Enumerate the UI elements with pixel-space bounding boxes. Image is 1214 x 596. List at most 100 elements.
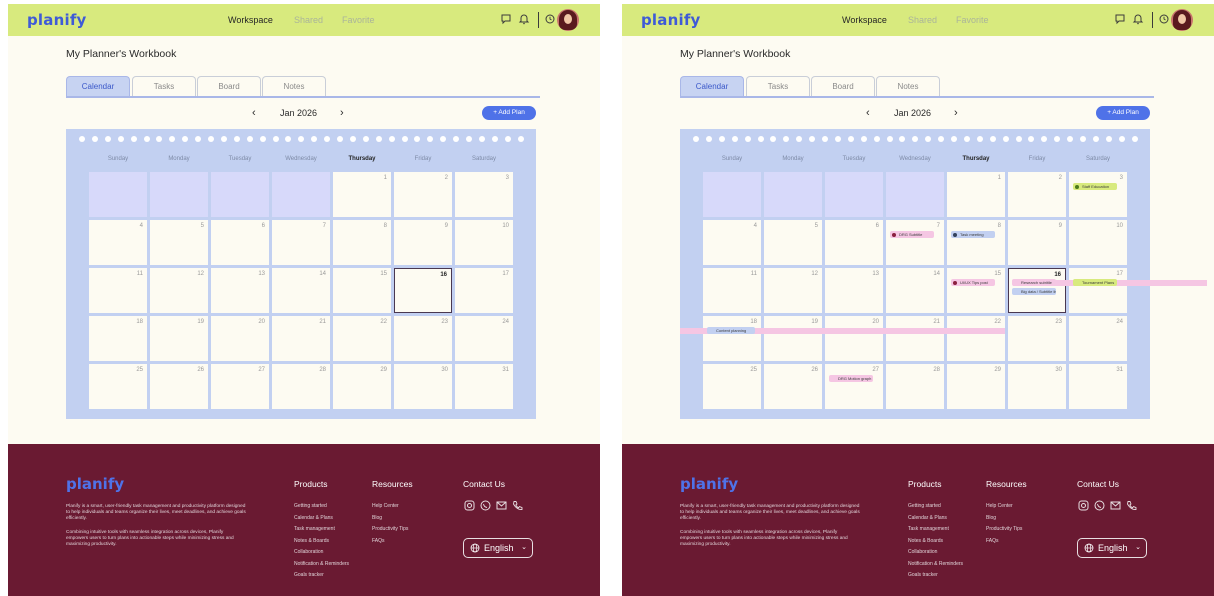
chat-icon[interactable]: [500, 13, 512, 25]
calendar-day-cell[interactable]: 19: [150, 316, 208, 361]
mail-icon[interactable]: [1109, 499, 1122, 512]
footer-link[interactable]: Collaboration: [294, 549, 323, 555]
calendar-day-cell[interactable]: 14: [272, 268, 330, 313]
event-chip[interactable]: DRG Motion graph: [829, 375, 873, 382]
calendar-day-cell[interactable]: 27: [211, 364, 269, 409]
footer-link[interactable]: Blog: [372, 515, 382, 521]
calendar-day-cell[interactable]: 4: [703, 220, 761, 265]
calendar-day-cell[interactable]: 12: [150, 268, 208, 313]
language-select[interactable]: English ⌄: [463, 538, 533, 558]
mail-icon[interactable]: [495, 499, 508, 512]
event-chip[interactable]: Staff Education: [1073, 183, 1117, 190]
calendar-day-cell[interactable]: 26: [764, 364, 822, 409]
whatsapp-icon[interactable]: [1093, 499, 1106, 512]
footer-link[interactable]: Task management: [294, 526, 335, 532]
calendar-day-cell[interactable]: 24: [455, 316, 513, 361]
calendar-day-cell[interactable]: 16: [394, 268, 452, 313]
nav-workspace[interactable]: Workspace: [842, 15, 887, 25]
event-chip[interactable]: Task meeting: [951, 231, 995, 238]
footer-link[interactable]: Task management: [908, 526, 949, 532]
calendar-empty-cell[interactable]: [272, 172, 330, 217]
footer-link[interactable]: Goals tracker: [294, 572, 324, 578]
calendar-day-cell[interactable]: 31: [455, 364, 513, 409]
calendar-day-cell[interactable]: 19: [764, 316, 822, 361]
footer-link[interactable]: Getting started: [908, 503, 941, 509]
footer-link[interactable]: FAQs: [986, 538, 999, 544]
footer-link[interactable]: FAQs: [372, 538, 385, 544]
calendar-day-cell[interactable]: 6: [211, 220, 269, 265]
next-month-button[interactable]: ›: [340, 107, 344, 119]
tab-notes[interactable]: Notes: [876, 76, 940, 96]
logo[interactable]: planify: [641, 11, 701, 29]
calendar-day-cell[interactable]: 10: [1069, 220, 1127, 265]
tab-board[interactable]: Board: [197, 76, 261, 96]
whatsapp-icon[interactable]: [479, 499, 492, 512]
phone-icon[interactable]: [1125, 499, 1138, 512]
calendar-day-cell[interactable]: 8: [947, 220, 1005, 265]
avatar[interactable]: [557, 9, 579, 31]
bell-icon[interactable]: [1132, 13, 1144, 25]
calendar-day-cell[interactable]: 3: [455, 172, 513, 217]
footer-link[interactable]: Blog: [986, 515, 996, 521]
calendar-day-cell[interactable]: 18: [89, 316, 147, 361]
footer-link[interactable]: Productivity Tips: [372, 526, 408, 532]
calendar-day-cell[interactable]: 26: [150, 364, 208, 409]
footer-link[interactable]: Collaboration: [908, 549, 937, 555]
calendar-day-cell[interactable]: 10: [455, 220, 513, 265]
footer-link[interactable]: Calendar & Plans: [294, 515, 333, 521]
tab-calendar[interactable]: Calendar: [680, 76, 744, 96]
nav-shared[interactable]: Shared: [908, 15, 937, 25]
footer-link[interactable]: Notification & Reminders: [908, 561, 963, 567]
footer-link[interactable]: Notes & Boards: [294, 538, 329, 544]
calendar-day-cell[interactable]: 13: [211, 268, 269, 313]
calendar-day-cell[interactable]: 22: [333, 316, 391, 361]
logo[interactable]: planify: [27, 11, 87, 29]
calendar-empty-cell[interactable]: [764, 172, 822, 217]
calendar-day-cell[interactable]: 17: [1069, 268, 1127, 313]
event-chip[interactable]: Research subtitle: [1012, 279, 1056, 286]
calendar-day-cell[interactable]: 3: [1069, 172, 1127, 217]
calendar-day-cell[interactable]: 17: [455, 268, 513, 313]
instagram-icon[interactable]: [1077, 499, 1090, 512]
calendar-day-cell[interactable]: 24: [1069, 316, 1127, 361]
instagram-icon[interactable]: [463, 499, 476, 512]
event-chip[interactable]: DRG Subtitle: [890, 231, 934, 238]
calendar-day-cell[interactable]: 21: [886, 316, 944, 361]
calendar-empty-cell[interactable]: [211, 172, 269, 217]
footer-logo[interactable]: planify: [680, 475, 738, 493]
event-chip[interactable]: UI/UX Tips post: [951, 279, 995, 286]
nav-shared[interactable]: Shared: [294, 15, 323, 25]
prev-month-button[interactable]: ‹: [252, 107, 256, 119]
next-month-button[interactable]: ›: [954, 107, 958, 119]
tab-tasks[interactable]: Tasks: [132, 76, 196, 96]
footer-link[interactable]: Notes & Boards: [908, 538, 943, 544]
calendar-day-cell[interactable]: 31: [1069, 364, 1127, 409]
add-plan-button[interactable]: + Add Plan: [482, 106, 536, 120]
calendar-day-cell[interactable]: 23: [1008, 316, 1066, 361]
calendar-day-cell[interactable]: 14: [886, 268, 944, 313]
calendar-day-cell[interactable]: 2: [394, 172, 452, 217]
calendar-day-cell[interactable]: 11: [89, 268, 147, 313]
calendar-day-cell[interactable]: 7: [272, 220, 330, 265]
calendar-day-cell[interactable]: 6: [825, 220, 883, 265]
chat-icon[interactable]: [1114, 13, 1126, 25]
nav-favorite[interactable]: Favorite: [956, 15, 989, 25]
calendar-day-cell[interactable]: 29: [947, 364, 1005, 409]
calendar-day-cell[interactable]: 11: [703, 268, 761, 313]
calendar-day-cell[interactable]: 20: [825, 316, 883, 361]
add-plan-button[interactable]: + Add Plan: [1096, 106, 1150, 120]
footer-link[interactable]: Productivity Tips: [986, 526, 1022, 532]
calendar-day-cell[interactable]: 28: [272, 364, 330, 409]
calendar-day-cell[interactable]: 1: [947, 172, 1005, 217]
calendar-day-cell[interactable]: 28: [886, 364, 944, 409]
calendar-day-cell[interactable]: 29: [333, 364, 391, 409]
calendar-day-cell[interactable]: 15: [947, 268, 1005, 313]
footer-link[interactable]: Help Center: [372, 503, 399, 509]
event-chip[interactable]: Content planning: [707, 327, 755, 334]
bell-icon[interactable]: [518, 13, 530, 25]
calendar-day-cell[interactable]: 12: [764, 268, 822, 313]
calendar-day-cell[interactable]: 5: [150, 220, 208, 265]
calendar-day-cell[interactable]: 1: [333, 172, 391, 217]
calendar-day-cell[interactable]: 8: [333, 220, 391, 265]
calendar-empty-cell[interactable]: [703, 172, 761, 217]
